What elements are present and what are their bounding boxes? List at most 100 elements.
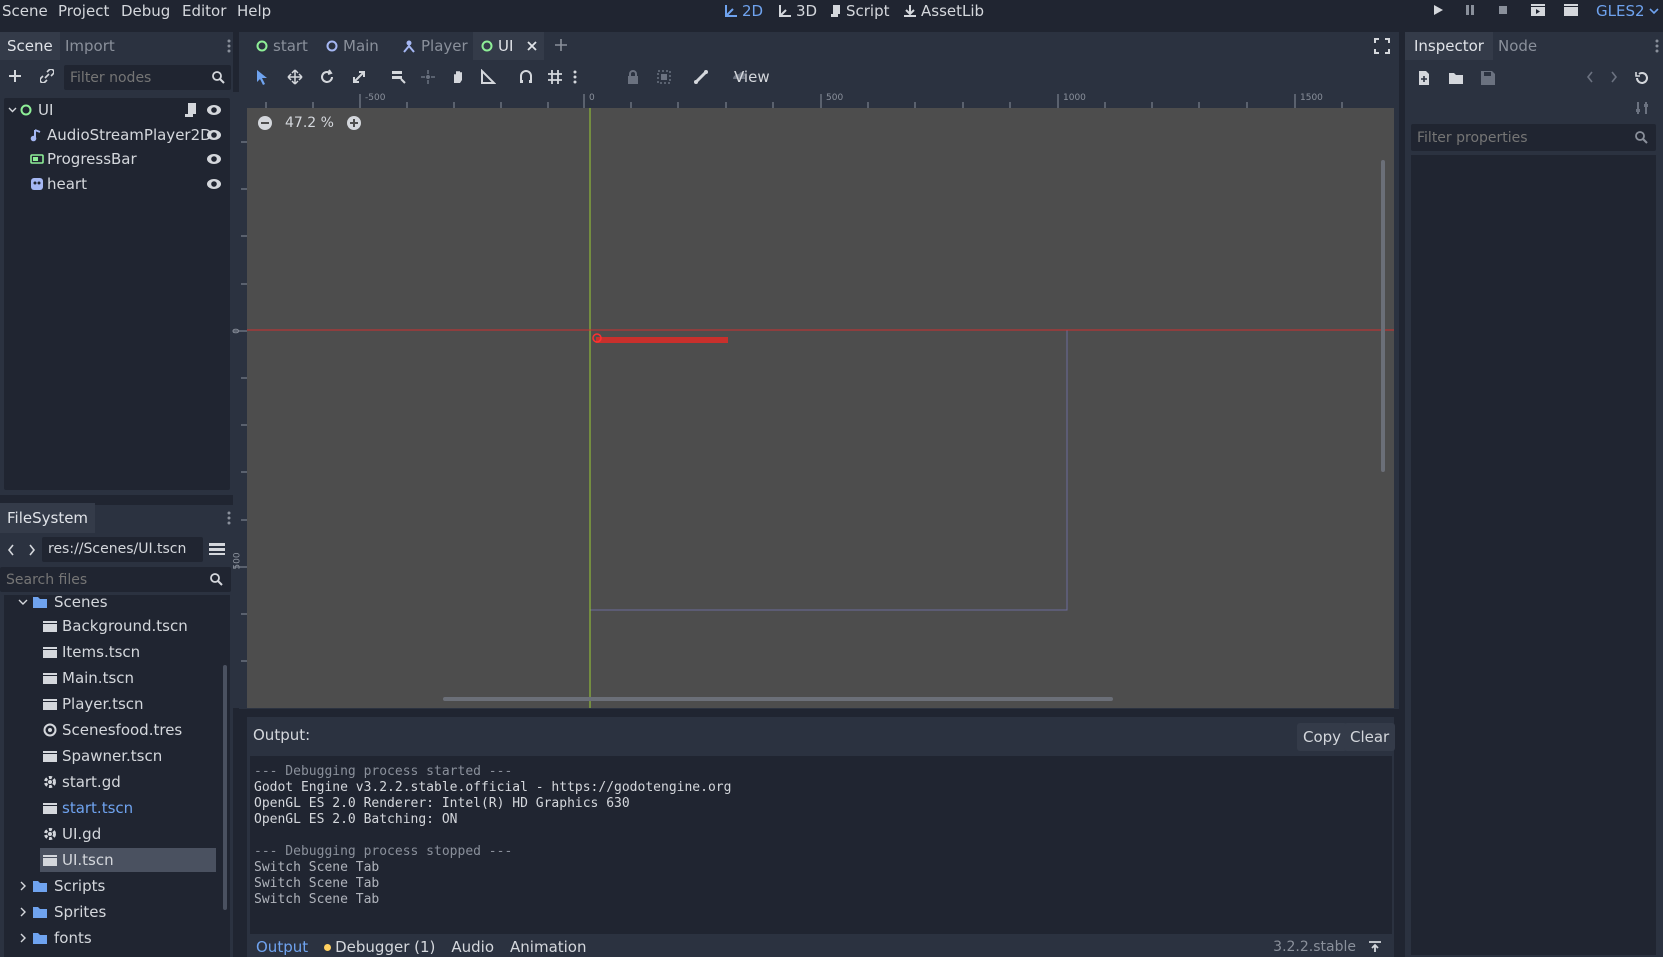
zoom-in-icon[interactable] [346,115,362,131]
new-resource-icon[interactable] [1417,70,1431,86]
fs-folder-scenes[interactable]: Scenes [18,590,218,614]
viewport-vscrollbar[interactable] [1381,160,1385,472]
filter-properties-field[interactable] [1411,124,1656,151]
object-properties-icon[interactable] [1634,100,1650,116]
tab-main[interactable]: Main [318,32,387,60]
group-icon[interactable] [656,69,672,85]
search-files-input[interactable] [0,567,200,592]
filter-properties-input[interactable] [1411,124,1621,151]
history-forward-icon[interactable] [1609,70,1619,84]
renderer-select[interactable]: GLES2 [1596,0,1659,22]
stop-button[interactable] [1496,3,1514,19]
view-menu[interactable]: View [734,66,770,88]
skeleton-bone-icon[interactable] [693,69,709,85]
expand-panel-icon[interactable] [1368,940,1382,954]
workspace-script-button[interactable]: Script [830,0,890,22]
fs-dock-menu-icon[interactable] [227,510,231,526]
fs-folder-scripts[interactable]: Scripts [18,874,218,898]
rotate-mode-icon[interactable] [319,69,335,85]
pivot-mode-icon[interactable] [420,69,436,85]
tab-debugger[interactable]: Debugger (1) [324,938,435,956]
search-files-field[interactable] [0,567,231,592]
tab-animation[interactable]: Animation [510,938,586,956]
visibility-eye-icon[interactable] [206,177,222,191]
list-select-icon[interactable] [390,69,406,85]
tree-node-progressbar[interactable]: ProgressBar [4,147,230,171]
tab-import[interactable]: Import [58,32,122,60]
tab-output[interactable]: Output [256,938,308,956]
menu-editor[interactable]: Editor [182,0,226,22]
fs-file-spawner[interactable]: Spawner.tscn [42,744,242,768]
snap-options-icon[interactable] [573,69,577,85]
tab-ui[interactable]: UI [473,32,545,60]
menu-project[interactable]: Project [58,0,109,22]
fs-file-scenesfood[interactable]: Scenesfood.tres [42,718,242,742]
select-mode-icon[interactable] [255,69,269,85]
forward-arrow-icon[interactable] [27,543,37,557]
visibility-eye-icon[interactable] [206,103,222,117]
instance-scene-icon[interactable] [40,69,54,83]
close-icon[interactable] [526,40,538,52]
copy-button[interactable]: Copy [1297,723,1348,751]
fs-file-ui-tscn-selected[interactable]: UI.tscn [40,848,216,872]
filter-nodes-field[interactable] [64,65,231,90]
play-scene-button[interactable] [1530,3,1548,19]
tree-node-heart[interactable]: heart [4,172,230,196]
fs-file-player[interactable]: Player.tscn [42,692,242,716]
pan-mode-icon[interactable] [450,69,466,85]
workspace-3d-button[interactable]: 3D [778,0,817,22]
scale-mode-icon[interactable] [351,69,367,85]
move-mode-icon[interactable] [287,69,303,85]
tab-player[interactable]: Player [394,32,476,60]
visibility-eye-icon[interactable] [206,152,222,166]
fs-folder-sprites[interactable]: Sprites [18,900,218,924]
new-tab-icon[interactable] [554,38,568,52]
play-custom-scene-button[interactable] [1563,3,1581,19]
open-resource-icon[interactable] [1448,70,1464,86]
zoom-level[interactable]: 47.2 % [285,115,334,131]
tree-node-ui[interactable]: UI [4,98,230,122]
clear-button[interactable]: Clear [1344,723,1396,751]
filter-nodes-input[interactable] [64,65,204,90]
inspector-menu-icon[interactable] [1655,38,1659,54]
tab-node[interactable]: Node [1491,32,1544,60]
viewport-hscrollbar[interactable] [443,697,1113,701]
canvas-viewport[interactable]: 47.2 % [247,108,1394,708]
tab-scene[interactable]: Scene [0,32,60,60]
menu-debug[interactable]: Debug [121,0,170,22]
menu-help[interactable]: Help [237,0,271,22]
ruler-mode-icon[interactable] [480,69,496,85]
fs-file-start-gd[interactable]: start.gd [42,770,242,794]
workspace-2d-button[interactable]: 2D [724,0,763,22]
tab-filesystem[interactable]: FileSystem [0,503,96,533]
fs-path-field[interactable]: res://Scenes/UI.tscn [42,537,203,562]
pause-button[interactable] [1463,3,1481,19]
lock-icon[interactable] [626,69,640,85]
save-resource-icon[interactable] [1480,70,1496,86]
tab-audio[interactable]: Audio [451,938,494,956]
fs-file-background[interactable]: Background.tscn [42,614,242,638]
smart-snap-icon[interactable] [518,69,534,85]
fs-file-main[interactable]: Main.tscn [42,666,242,690]
fs-folder-fonts[interactable]: fonts [18,926,218,950]
history-icon[interactable] [1634,70,1650,86]
workspace-assetlib-button[interactable]: AssetLib [903,0,984,22]
dock-menu-icon[interactable] [227,38,231,54]
menu-scene[interactable]: Scene [2,0,48,22]
tree-node-audiostreamplayer2d[interactable]: AudioStreamPlayer2D [4,123,230,147]
play-button[interactable] [1431,3,1449,19]
back-arrow-icon[interactable] [6,543,16,557]
tab-start[interactable]: start [248,32,316,60]
tab-inspector[interactable]: Inspector [1405,32,1493,60]
fs-file-start-tscn[interactable]: start.tscn [42,796,242,820]
output-log[interactable]: --- Debugging process started --- Godot … [250,756,1392,934]
distraction-free-icon[interactable] [1374,38,1390,54]
toggle-split-icon[interactable] [209,542,225,556]
history-back-icon[interactable] [1585,70,1595,84]
zoom-out-icon[interactable] [257,115,273,131]
fs-file-ui-gd[interactable]: UI.gd [42,822,242,846]
grid-snap-icon[interactable] [547,69,563,85]
fs-file-items[interactable]: Items.tscn [42,640,242,664]
add-node-icon[interactable] [8,69,22,83]
visibility-eye-icon[interactable] [206,128,222,142]
